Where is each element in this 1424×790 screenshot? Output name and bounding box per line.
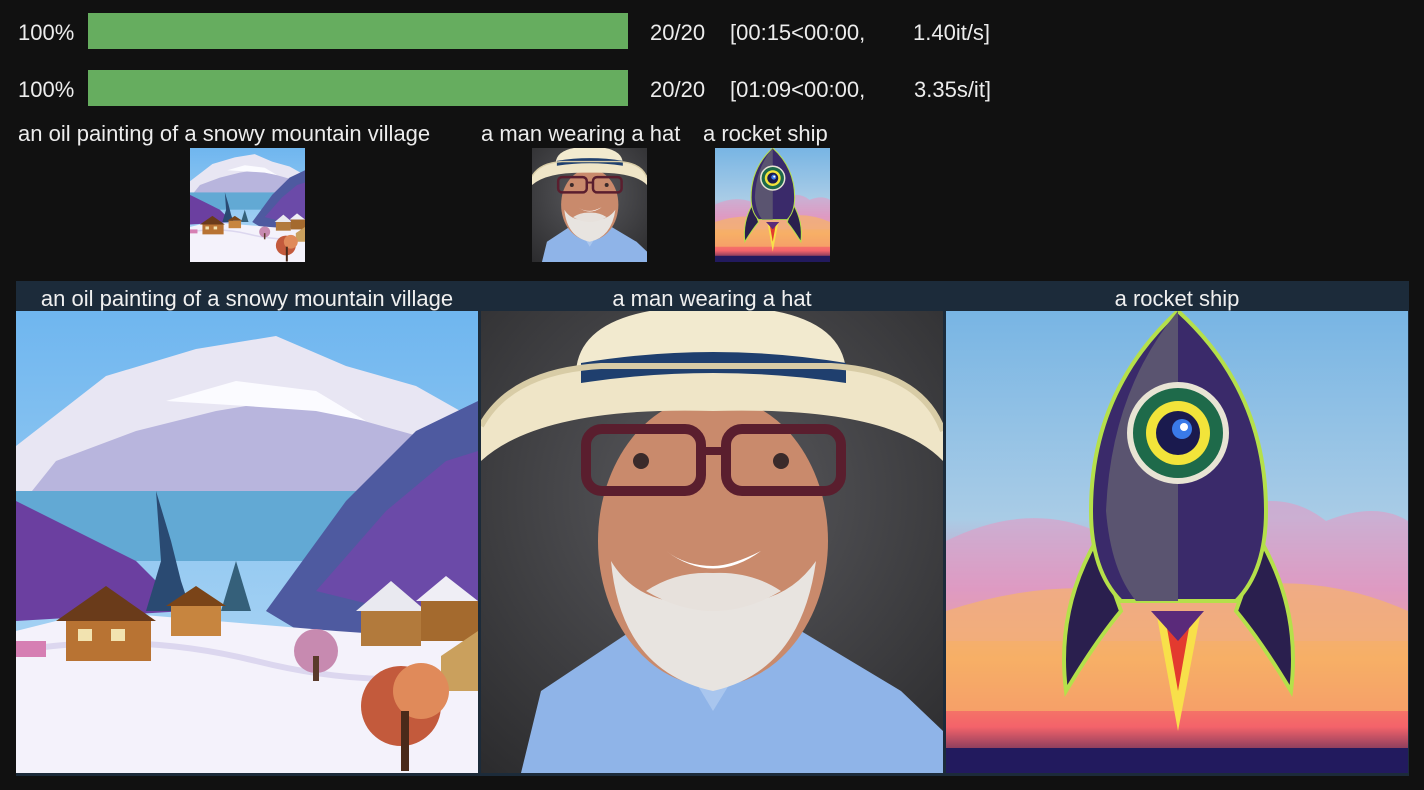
grid-cell-rocket-ship: a rocket ship [946,281,1408,776]
progress-bar [88,70,628,106]
progress-time: [00:15<00:00, [730,20,866,45]
progress-row: 100% 20/20 [01:09<00:00, 3.35s/it] [0,70,1100,106]
grid-label: a man wearing a hat [612,286,812,311]
progress-percent: 100% [18,20,75,45]
progress-rate: 3.35s/it] [914,77,992,102]
progress-percent: 100% [18,77,75,102]
progress-bar [88,13,628,49]
progress-count: 20/20 [650,77,706,102]
progress-time: [01:09<00:00, [730,77,866,102]
caption-mountain-village: an oil painting of a snowy mountain vill… [18,121,431,146]
image-mountain-village[interactable] [16,311,478,773]
thumbnail-rocket-ship[interactable] [715,148,830,262]
image-grid: an oil painting of a snowy mountain vill… [16,281,1409,776]
progress-bar-fill [88,13,628,49]
grid-cell-mountain-village: an oil painting of a snowy mountain vill… [16,281,478,776]
thumbnail-mountain-village[interactable] [190,148,305,262]
thumbnail-man-hat[interactable] [532,148,647,262]
image-rocket-ship[interactable] [946,311,1408,773]
caption-rocket-ship: a rocket ship [703,121,828,146]
progress-bar-fill [88,70,628,106]
progress-row: 100% 20/20 [00:15<00:00, 1.40it/s] [0,13,1100,49]
progress-rate: 1.40it/s] [913,20,991,45]
grid-label: an oil painting of a snowy mountain vill… [40,286,454,311]
caption-man-hat: a man wearing a hat [481,121,681,146]
grid-label: a rocket ship [1114,286,1240,311]
image-man-hat[interactable] [481,311,943,773]
progress-count: 20/20 [650,20,706,45]
grid-cell-man-hat: a man wearing a hat [481,281,943,776]
